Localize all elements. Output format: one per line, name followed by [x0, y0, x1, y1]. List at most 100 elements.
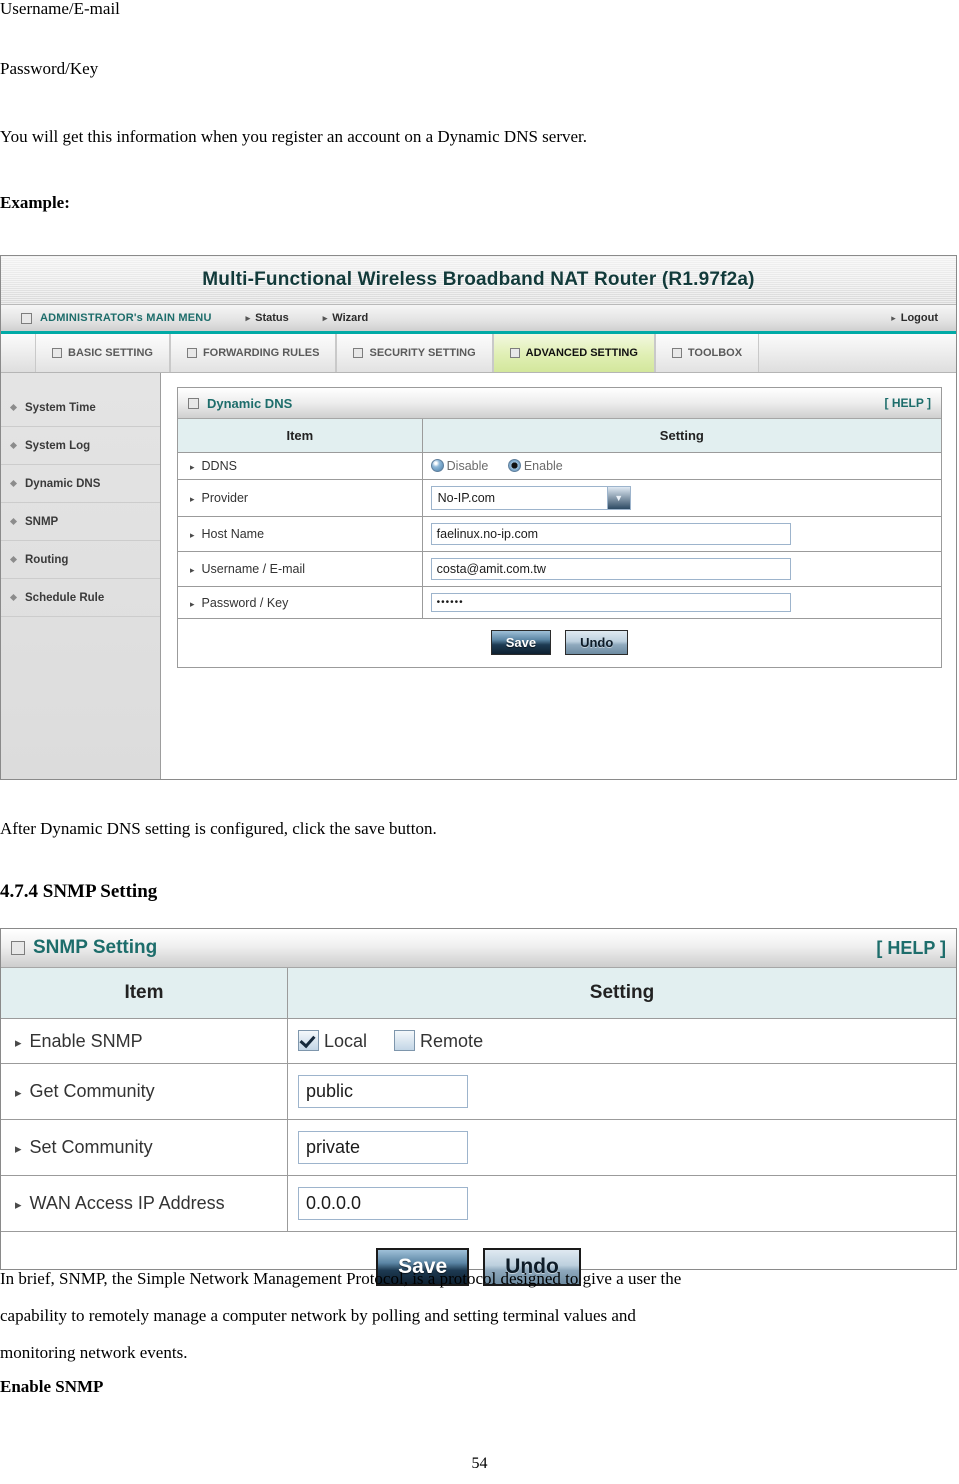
dynamic-dns-button-row: Save Undo — [178, 619, 941, 667]
row-label-username-email-text: Username / E-mail — [201, 562, 306, 576]
undo-button[interactable]: Undo — [565, 630, 629, 655]
sidebar-item-snmp[interactable]: SNMP — [1, 503, 160, 541]
sidebar-item-dynamic-dns-label: Dynamic DNS — [25, 477, 101, 490]
checkbox-local-label: Local — [324, 1031, 368, 1051]
get-community-input[interactable]: public — [298, 1075, 468, 1108]
section-heading-snmp: 4.7.4 SNMP Setting — [0, 881, 158, 902]
radio-ddns-enable[interactable] — [507, 459, 521, 472]
chevron-right-icon: ▸ — [15, 1197, 22, 1212]
host-name-input[interactable]: faelinux.no-ip.com — [430, 523, 791, 545]
menu-item-wizard[interactable]: ▸ Wizard — [323, 312, 369, 324]
text-line-username-email: Username/E-mail — [0, 0, 120, 18]
checkbox-remote[interactable] — [394, 1030, 416, 1051]
tab-forwarding-rules[interactable]: FORWARDING RULES — [169, 334, 337, 372]
table-header-row: Item Setting — [1, 968, 956, 1019]
column-header-setting: Setting — [287, 968, 956, 1019]
snmp-setting-screenshot: SNMP Setting [ HELP ] Item Setting ▸ Enab… — [0, 928, 957, 1286]
row-value-set-community: private — [287, 1119, 956, 1176]
router-body: System Time System Log Dynamic DNS SNMP … — [1, 373, 956, 779]
row-value-provider: No-IP.com ▼ — [422, 479, 941, 517]
table-row: ▸ Set Community private — [1, 1119, 956, 1176]
table-header-row: Item Setting — [178, 419, 941, 453]
tab-basic-setting-label: BASIC SETTING — [68, 347, 153, 359]
chevron-right-icon: ▸ — [15, 1141, 22, 1156]
snmp-panel-title: SNMP Setting — [33, 937, 158, 958]
wan-access-ip-input[interactable]: 0.0.0.0 — [298, 1187, 468, 1220]
paragraph-line-3: monitoring network events. — [0, 1343, 188, 1362]
text-line-example: Example: — [0, 193, 70, 212]
router-banner: Multi-Functional Wireless Broadband NAT … — [1, 256, 956, 305]
menu-square-icon — [21, 312, 32, 324]
chevron-right-icon: ▸ — [190, 565, 195, 575]
row-value-password-key: •••••• — [422, 586, 941, 619]
tab-square-icon — [186, 348, 197, 358]
panel-square-icon — [11, 941, 25, 955]
tab-security-setting[interactable]: SECURITY SETTING — [336, 334, 493, 372]
menu-item-wizard-label: Wizard — [332, 312, 369, 324]
table-row: ▸ Password / Key •••••• — [178, 586, 941, 619]
menu-item-logout-label: Logout — [900, 312, 938, 324]
document-page: Username/E-mail Password/Key You will ge… — [0, 0, 959, 1484]
snmp-table: Item Setting ▸ Enable SNMP Local Remote ▸… — [1, 968, 956, 1232]
router-admin-screenshot: Multi-Functional Wireless Broadband NAT … — [0, 255, 957, 780]
save-button[interactable]: Save — [490, 630, 552, 655]
row-label-enable-snmp-text: Enable SNMP — [29, 1030, 143, 1051]
sidebar-item-schedule-rule[interactable]: Schedule Rule — [1, 579, 160, 617]
row-label-password-key: ▸ Password / Key — [178, 586, 423, 619]
row-label-host-name: ▸ Host Name — [178, 516, 423, 552]
menu-item-logout[interactable]: ▸ Logout — [891, 312, 948, 324]
password-key-input[interactable]: •••••• — [430, 593, 791, 612]
table-row: ▸ WAN Access IP Address 0.0.0.0 — [1, 1175, 956, 1232]
username-email-input[interactable]: costa@amit.com.tw — [430, 558, 791, 580]
snmp-panel-header: SNMP Setting [ HELP ] — [1, 929, 956, 968]
menu-item-status[interactable]: ▸ Status — [246, 312, 289, 324]
bullet-icon — [9, 441, 18, 450]
radio-ddns-disable-label: Disable — [446, 459, 489, 473]
bullet-icon — [9, 517, 18, 526]
column-header-item: Item — [178, 419, 423, 453]
dynamic-dns-panel-title: Dynamic DNS — [207, 395, 293, 411]
help-link[interactable]: [ HELP ] — [885, 396, 931, 410]
paragraph-line-2: capability to remotely manage a computer… — [0, 1306, 636, 1325]
row-value-enable-snmp: Local Remote — [287, 1018, 956, 1064]
row-label-set-community-text: Set Community — [29, 1137, 153, 1157]
chevron-right-icon: ▸ — [190, 462, 195, 472]
radio-ddns-disable[interactable] — [430, 459, 444, 472]
bullet-icon — [9, 403, 18, 412]
chevron-right-icon: ▸ — [891, 312, 896, 323]
row-label-enable-snmp: ▸ Enable SNMP — [1, 1018, 288, 1064]
radio-ddns-enable-label: Enable — [523, 459, 563, 473]
tab-basic-setting[interactable]: BASIC SETTING — [35, 334, 170, 372]
subheading-enable-snmp: Enable SNMP — [0, 1377, 104, 1396]
paragraph-line-1: In brief, SNMP, the Simple Network Manag… — [0, 1269, 682, 1288]
set-community-input[interactable]: private — [298, 1131, 468, 1164]
sidebar-item-routing[interactable]: Routing — [1, 541, 160, 579]
router-main-menu-bar: ADMINISTRATOR's MAIN MENU ▸ Status ▸ Wiz… — [1, 305, 956, 334]
snmp-panel: SNMP Setting [ HELP ] Item Setting ▸ Enab… — [1, 929, 956, 1286]
chevron-right-icon: ▸ — [322, 312, 328, 323]
sidebar-item-system-time[interactable]: System Time — [1, 389, 160, 427]
checkbox-local[interactable] — [298, 1030, 319, 1051]
column-header-setting: Setting — [422, 419, 941, 453]
menu-item-status-label: Status — [255, 312, 289, 324]
dynamic-dns-panel: Dynamic DNS [ HELP ] Item Setting ▸ DDNS — [177, 387, 942, 668]
sidebar-item-dynamic-dns[interactable]: Dynamic DNS — [1, 465, 160, 503]
sidebar-item-snmp-label: SNMP — [25, 515, 59, 528]
table-row: ▸ Get Community public — [1, 1063, 956, 1120]
provider-select[interactable]: No-IP.com ▼ — [430, 486, 631, 510]
row-value-get-community: public — [287, 1063, 956, 1120]
tab-square-icon — [509, 348, 520, 358]
bullet-icon — [9, 479, 18, 488]
router-banner-title: Multi-Functional Wireless Broadband NAT … — [202, 269, 755, 290]
chevron-down-icon: ▼ — [606, 487, 630, 509]
text-line-password-key: Password/Key — [0, 59, 99, 78]
main-menu-label: ADMINISTRATOR's MAIN MENU — [40, 312, 212, 324]
chevron-right-icon: ▸ — [15, 1034, 22, 1050]
chevron-right-icon: ▸ — [190, 494, 195, 504]
tab-toolbox[interactable]: TOOLBOX — [654, 334, 760, 372]
row-label-get-community-text: Get Community — [29, 1081, 155, 1101]
sidebar-item-routing-label: Routing — [25, 553, 69, 566]
tab-advanced-setting[interactable]: ADVANCED SETTING — [492, 334, 655, 372]
help-link[interactable]: [ HELP ] — [876, 938, 946, 959]
sidebar-item-system-log[interactable]: System Log — [1, 427, 160, 465]
